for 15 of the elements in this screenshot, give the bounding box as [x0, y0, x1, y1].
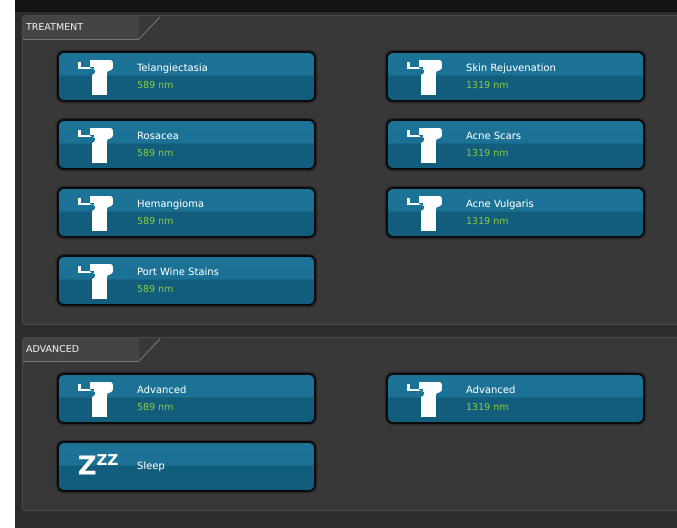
sleep-icon: Z$^{ZZ}$	[78, 453, 118, 480]
section-title: TREATMENT	[23, 16, 139, 40]
treatment-button[interactable]: Z$^{ZZ}$ Sleep	[57, 441, 316, 492]
section-title: ADVANCED	[23, 338, 139, 362]
header-slant-line	[139, 16, 161, 40]
treatment-button[interactable]: Port Wine Stains 589 nm	[57, 255, 316, 306]
treatment-button[interactable]: Advanced 589 nm	[57, 373, 316, 424]
treatment-button[interactable]: Acne Vulgaris 1319 nm	[386, 187, 645, 238]
header-slant-line	[139, 338, 161, 362]
treatment-button[interactable]: Acne Scars 1319 nm	[386, 119, 645, 170]
treatment-button[interactable]: Skin Rejuvenation 1319 nm	[386, 51, 645, 102]
treatment-button[interactable]: Rosacea 589 nm	[57, 119, 316, 170]
treatment-button[interactable]: Telangiectasia 589 nm	[57, 51, 316, 102]
treatment-button[interactable]: Advanced 1319 nm	[386, 373, 645, 424]
treatment-button[interactable]: Hemangioma 589 nm	[57, 187, 316, 238]
